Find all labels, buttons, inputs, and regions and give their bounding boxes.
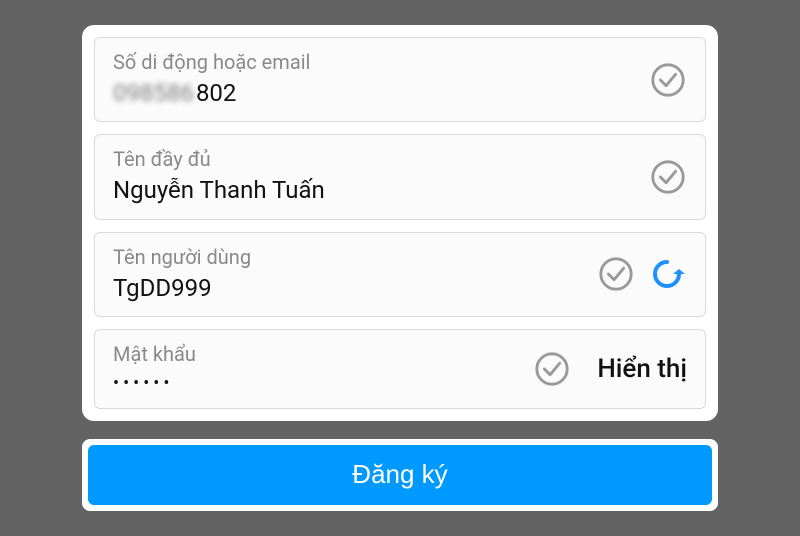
fullname-label: Tên đầy đủ: [113, 147, 649, 171]
phone-email-icons: [649, 61, 687, 99]
signup-button[interactable]: Đăng ký: [88, 445, 712, 505]
password-main: Mật khẩu ••••••: [113, 342, 533, 395]
registration-card: Số di động hoặc email 098586 802 Tên đầy…: [82, 25, 718, 421]
password-icons: Hiển thị: [533, 350, 687, 388]
password-value: ••••••: [113, 370, 533, 395]
username-icons: [597, 254, 687, 294]
check-icon: [649, 61, 687, 99]
username-label: Tên người dùng: [113, 245, 597, 269]
phone-email-label: Số di động hoặc email: [113, 50, 649, 74]
password-field[interactable]: Mật khẩu •••••• Hiển thị: [94, 329, 706, 409]
phone-email-main: Số di động hoặc email 098586 802: [113, 50, 649, 109]
fullname-value: Nguyễn Thanh Tuấn: [113, 175, 649, 206]
check-icon: [649, 158, 687, 196]
username-value: TgDD999: [113, 273, 597, 304]
check-icon: [597, 255, 635, 293]
fullname-field[interactable]: Tên đầy đủ Nguyễn Thanh Tuấn: [94, 134, 706, 219]
password-label: Mật khẩu: [113, 342, 533, 366]
show-password-toggle[interactable]: Hiển thị: [597, 354, 687, 384]
phone-email-obscured: 098586: [113, 78, 194, 109]
phone-email-field[interactable]: Số di động hoặc email 098586 802: [94, 37, 706, 122]
fullname-main: Tên đầy đủ Nguyễn Thanh Tuấn: [113, 147, 649, 206]
phone-email-clear: 802: [196, 78, 236, 109]
signup-wrap: Đăng ký: [82, 439, 718, 511]
fullname-icons: [649, 158, 687, 196]
phone-email-value: 098586 802: [113, 78, 649, 109]
refresh-icon[interactable]: [647, 254, 687, 294]
username-main: Tên người dùng TgDD999: [113, 245, 597, 304]
username-field[interactable]: Tên người dùng TgDD999: [94, 232, 706, 317]
check-icon: [533, 350, 571, 388]
